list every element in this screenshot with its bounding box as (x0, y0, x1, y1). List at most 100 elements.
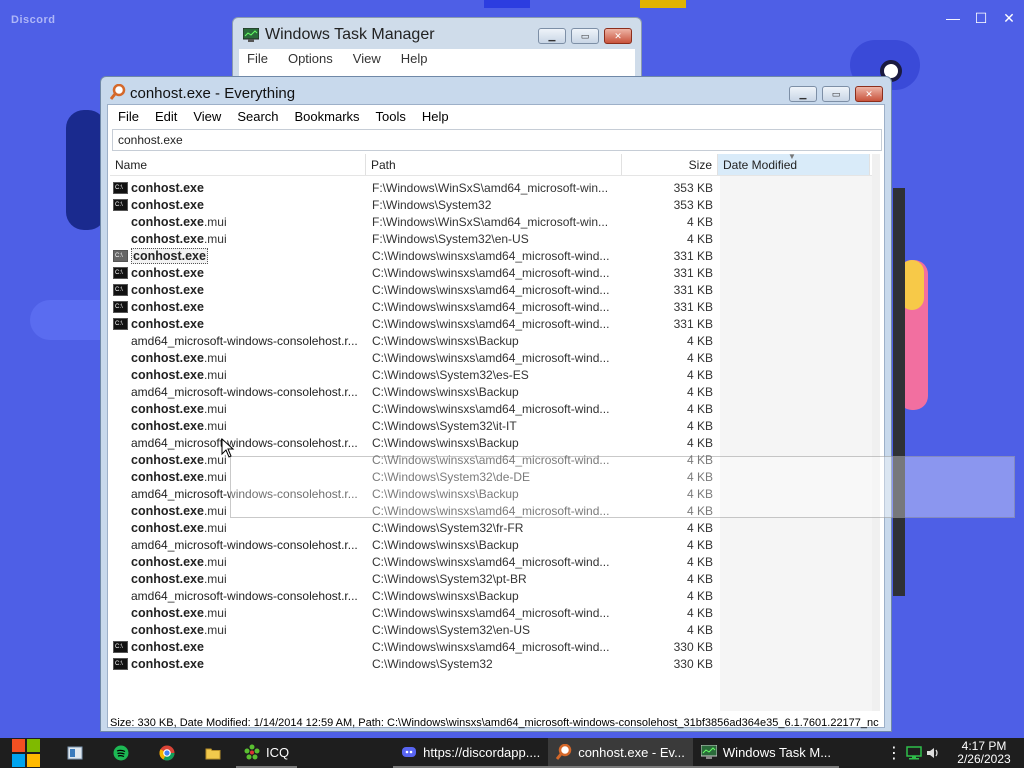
result-size-cell: 4 KB (686, 622, 713, 637)
more-icon[interactable]: ⋮ (884, 743, 904, 763)
minimize-button[interactable]: ▁ (789, 86, 817, 102)
blank-file-icon (113, 539, 128, 551)
maximize-button[interactable]: ▭ (571, 28, 599, 44)
window-app-icon (67, 746, 83, 760)
result-path-cell: F:\Windows\WinSxS\amd64_microsoft-win... (372, 180, 609, 195)
file-name: conhost.exe (131, 282, 204, 297)
maximize-icon[interactable]: ☐ (974, 10, 988, 27)
result-path-cell: C:\Windows\winsxs\Backup (372, 435, 519, 450)
network-icon[interactable] (904, 745, 924, 761)
taskbar-file-explorer[interactable] (190, 738, 236, 768)
file-name: amd64_microsoft-windows-consolehost.r... (131, 333, 358, 348)
result-name-cell: conhost.exe .mui (110, 419, 366, 433)
menu-file[interactable]: File (110, 109, 147, 124)
result-name-cell: C:\ conhost.exe (110, 317, 366, 331)
result-size-cell: 4 KB (686, 418, 713, 433)
taskbar-chrome[interactable] (144, 738, 190, 768)
result-size-cell: 4 KB (686, 554, 713, 569)
results-list[interactable]: Name Path Size Date Modified ▼ C:\ conhost… (110, 154, 880, 711)
file-name: conhost.exe (131, 265, 204, 280)
taskbar-task-taskmgr[interactable]: Windows Task M... (692, 738, 840, 768)
result-size-cell: 353 KB (673, 197, 713, 212)
menu-search[interactable]: Search (229, 109, 286, 124)
everything-window[interactable]: conhost.exe - Everything ▁ ▭ ✕ File Edit… (100, 76, 892, 732)
result-size-cell: 4 KB (686, 588, 713, 603)
result-size-cell: 353 KB (673, 180, 713, 195)
result-name-cell: conhost.exe .mui (110, 215, 366, 229)
everything-titlebar[interactable]: conhost.exe - Everything ▁ ▭ ✕ (101, 77, 891, 105)
result-path-cell: C:\Windows\winsxs\amd64_microsoft-wind..… (372, 248, 610, 263)
result-size-cell: 4 KB (686, 537, 713, 552)
icq-icon (244, 744, 260, 760)
console-app-icon: C:\ (113, 300, 128, 313)
chrome-icon (159, 745, 175, 761)
blank-file-icon (113, 352, 128, 364)
result-name-cell: conhost.exe .mui (110, 521, 366, 535)
result-path-cell: C:\Windows\winsxs\Backup (372, 333, 519, 348)
file-name: conhost.exe (131, 554, 204, 569)
status-bar: Size: 330 KB, Date Modified: 1/14/2014 1… (110, 717, 879, 729)
taskbar-spotify[interactable] (98, 738, 144, 768)
minimize-button[interactable]: ▁ (538, 28, 566, 44)
file-name: conhost.exe (131, 180, 204, 195)
spotify-icon (113, 745, 129, 761)
column-header-date-modified[interactable]: Date Modified ▼ (718, 154, 870, 175)
column-header-path[interactable]: Path (366, 154, 622, 175)
file-extension: .mui (203, 418, 227, 433)
result-name-cell: conhost.exe .mui (110, 232, 366, 246)
clock[interactable]: 4:17 PM 2/26/2023 (944, 740, 1024, 766)
taskbar-task-discord[interactable]: https://discordapp.... (393, 738, 549, 768)
start-button[interactable] (0, 738, 52, 768)
file-name: conhost.exe (131, 605, 204, 620)
result-name-cell: amd64_microsoft-windows-consolehost.r... (110, 538, 366, 552)
search-input[interactable] (112, 129, 882, 151)
result-size-cell: 4 KB (686, 214, 713, 229)
column-header-name[interactable]: Name (110, 154, 366, 175)
file-name: amd64_microsoft-windows-consolehost.r... (131, 588, 358, 603)
menu-tools[interactable]: Tools (368, 109, 414, 124)
result-path-cell: C:\Windows\System32\es-ES (372, 367, 529, 382)
windows-logo-icon (12, 739, 40, 767)
result-path-cell: C:\Windows\winsxs\amd64_microsoft-wind..… (372, 554, 610, 569)
close-icon[interactable]: ✕ (1002, 10, 1016, 27)
file-name: conhost.exe (131, 520, 204, 535)
file-name: conhost.exe (131, 197, 204, 212)
result-name-cell: amd64_microsoft-windows-consolehost.r... (110, 436, 366, 450)
result-size-cell: 330 KB (673, 639, 713, 654)
result-path-cell: C:\Windows\winsxs\amd64_microsoft-wind..… (372, 350, 610, 365)
close-button[interactable]: ✕ (855, 86, 883, 102)
result-path-cell: C:\Windows\winsxs\Backup (372, 384, 519, 399)
file-name: amd64_microsoft-windows-consolehost.r... (131, 537, 358, 552)
result-size-cell: 4 KB (686, 367, 713, 382)
result-name-cell: C:\ conhost.exe (110, 283, 366, 297)
menu-bookmarks[interactable]: Bookmarks (287, 109, 368, 124)
menu-view[interactable]: View (185, 109, 229, 124)
file-name: conhost.exe (131, 503, 204, 518)
discord-window-controls: — ☐ ✕ (946, 10, 1016, 27)
taskbar-pinned-app[interactable] (52, 738, 98, 768)
vertical-scrollbar[interactable] (872, 154, 880, 711)
result-name-cell: conhost.exe .mui (110, 623, 366, 637)
column-header-size[interactable]: Size (622, 154, 718, 175)
console-app-icon: C:\ (113, 317, 128, 330)
result-path-cell: C:\Windows\winsxs\amd64_microsoft-wind..… (372, 639, 610, 654)
blank-file-icon (113, 386, 128, 398)
result-path-cell: C:\Windows\winsxs\amd64_microsoft-wind..… (372, 401, 610, 416)
minimize-icon[interactable]: — (946, 10, 960, 27)
close-button[interactable]: ✕ (604, 28, 632, 44)
result-path-cell: C:\Windows\winsxs\amd64_microsoft-wind..… (372, 605, 610, 620)
menu-help[interactable]: Help (414, 109, 457, 124)
console-app-icon: C:\ (113, 657, 128, 670)
maximize-button[interactable]: ▭ (822, 86, 850, 102)
result-name-cell: amd64_microsoft-windows-consolehost.r... (110, 589, 366, 603)
file-extension: .mui (203, 554, 227, 569)
taskbar-task-everything[interactable]: conhost.exe - Ev... (548, 738, 693, 768)
file-extension: .mui (203, 350, 227, 365)
speaker-icon[interactable] (924, 745, 944, 761)
discord-icon (402, 747, 417, 757)
menu-edit[interactable]: Edit (147, 109, 185, 124)
file-name: amd64_microsoft-windows-consolehost.r... (131, 384, 358, 399)
file-name: conhost.exe (131, 214, 204, 229)
taskbar-task-icq[interactable]: ICQ (236, 738, 298, 768)
file-name: conhost.exe (131, 622, 204, 637)
